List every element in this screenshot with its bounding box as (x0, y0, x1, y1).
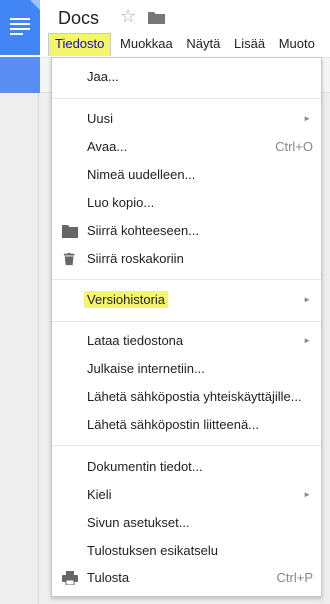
menu-item-label: Siirrä kohteeseen... (87, 223, 200, 238)
menu-item-make-copy[interactable]: Luo kopio... (52, 190, 321, 216)
menu-item-label: Lataa tiedostona (87, 333, 184, 348)
menu-item-publish[interactable]: Julkaise internetiin... (52, 356, 321, 382)
menu-item-label: Sivun asetukset... (87, 515, 190, 530)
submenu-arrow-icon: ► (303, 336, 311, 345)
menu-item-print[interactable]: Tulosta Ctrl+P (52, 565, 321, 591)
shortcut-label: Ctrl+P (276, 570, 313, 585)
menubar: Tiedosto Muokkaa Näytä Lisää Muoto (48, 33, 320, 56)
menu-divider (52, 279, 321, 280)
menu-divider (52, 98, 321, 99)
menu-item-label: Julkaise internetiin... (87, 361, 205, 376)
file-menu-dropdown: Jaa... Uusi ► Avaa... Ctrl+O Nimeä uudel… (51, 57, 322, 597)
menu-item-label: Uusi (87, 111, 114, 126)
submenu-arrow-icon: ► (303, 114, 311, 123)
menu-item-label: Dokumentin tiedot... (87, 459, 203, 474)
doc-title[interactable]: Docs (58, 8, 99, 29)
menu-item-email-collaborators[interactable]: Lähetä sähköpostia yhteiskäyttäjille... (52, 384, 321, 410)
menu-item-download-as[interactable]: Lataa tiedostona ► (52, 328, 321, 354)
menu-item-label: Versiohistoria (84, 287, 169, 313)
menu-item-page-setup[interactable]: Sivun asetukset... (52, 510, 321, 536)
shortcut-label: Ctrl+O (275, 139, 313, 154)
menu-item-email-attachment[interactable]: Lähetä sähköpostin liitteenä... (52, 412, 321, 438)
star-icon[interactable]: ☆ (120, 6, 136, 27)
docs-logo-icon[interactable] (0, 0, 40, 55)
menu-edit[interactable]: Muokkaa (115, 33, 178, 55)
menu-item-label: Luo kopio... (87, 195, 155, 210)
menu-divider (52, 321, 321, 322)
menu-item-open[interactable]: Avaa... Ctrl+O (52, 134, 321, 160)
menu-file[interactable]: Tiedosto (48, 33, 112, 56)
menu-divider (52, 445, 321, 446)
menu-item-label: Tulostuksen esikatselu (87, 543, 219, 558)
menu-item-share[interactable]: Jaa... (52, 64, 321, 90)
menu-item-move-to[interactable]: Siirrä kohteeseen... (52, 218, 321, 244)
side-strip (0, 57, 40, 93)
menu-item-label: Nimeä uudelleen... (87, 167, 196, 182)
trash-icon (63, 252, 75, 266)
menu-item-language[interactable]: Kieli ► (52, 482, 321, 508)
menu-view[interactable]: Näytä (181, 33, 225, 55)
menu-item-label: Jaa... (87, 69, 119, 84)
page-edge (38, 93, 39, 604)
menu-item-move-to-trash[interactable]: Siirrä roskakoriin (52, 246, 321, 272)
menu-item-label: Tulosta (87, 570, 130, 585)
menu-item-label: Avaa... (87, 139, 128, 154)
printer-icon (62, 571, 78, 585)
submenu-arrow-icon: ► (303, 295, 311, 304)
menu-item-label: Lähetä sähköpostin liitteenä... (87, 417, 260, 432)
menu-item-print-preview[interactable]: Tulostuksen esikatselu (52, 538, 321, 564)
submenu-arrow-icon: ► (303, 490, 311, 499)
folder-icon (62, 225, 78, 238)
menu-item-label: Siirrä roskakoriin (87, 251, 184, 266)
menu-item-label: Lähetä sähköpostia yhteiskäyttäjille... (87, 389, 302, 404)
menu-item-version-history[interactable]: Versiohistoria ► (52, 287, 321, 313)
highlight-mark: Versiohistoria (84, 291, 169, 308)
menu-item-label: Kieli (87, 487, 112, 502)
menu-format[interactable]: Muoto (274, 33, 320, 55)
menu-item-rename[interactable]: Nimeä uudelleen... (52, 162, 321, 188)
menu-item-new[interactable]: Uusi ► (52, 106, 321, 132)
menu-insert[interactable]: Lisää (229, 33, 270, 55)
folder-icon[interactable] (148, 11, 165, 24)
menu-item-document-details[interactable]: Dokumentin tiedot... (52, 454, 321, 480)
